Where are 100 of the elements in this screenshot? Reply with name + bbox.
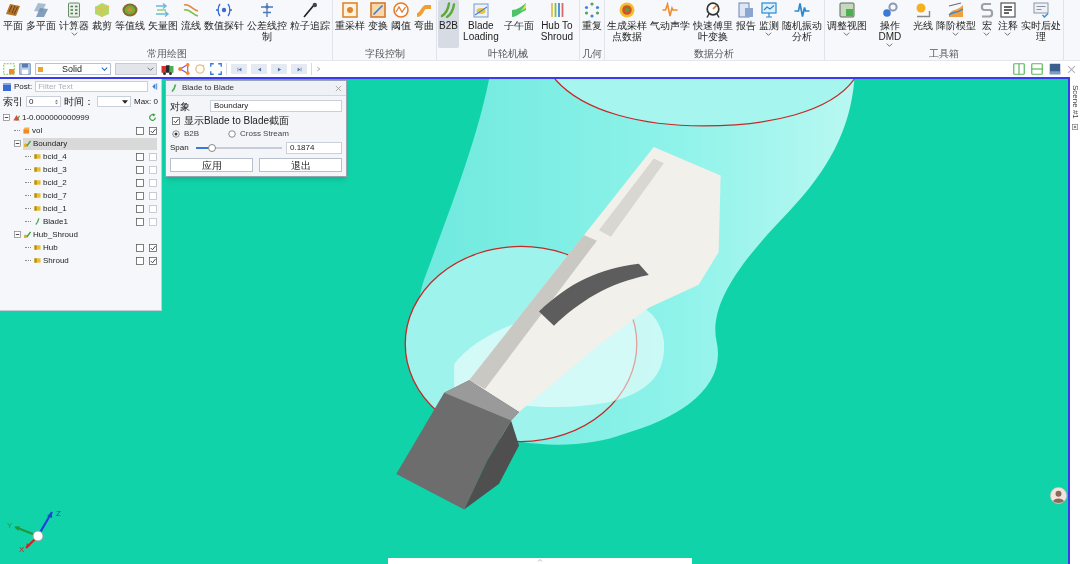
fullscreen-icon[interactable] [210, 63, 222, 75]
surface-icon [34, 205, 41, 212]
checkbox[interactable] [172, 116, 180, 125]
checkbox[interactable] [149, 256, 157, 265]
tree-item[interactable]: bcid_4 [33, 150, 134, 163]
split-vertical-icon[interactable] [1013, 63, 1025, 75]
checkbox[interactable] [149, 165, 157, 174]
index-spinbox[interactable]: 0 [26, 96, 62, 107]
ribbon-button[interactable]: 调整视图 [825, 0, 868, 48]
slider-thumb[interactable] [208, 144, 217, 152]
scene-tab[interactable]: Scene #1 [1070, 85, 1080, 119]
tree-item[interactable]: Hub [33, 241, 134, 254]
ribbon-button[interactable]: 数值探针 [203, 0, 245, 48]
ribbon-button[interactable]: 子午面 [502, 0, 535, 48]
checkbox[interactable] [149, 178, 157, 187]
checkbox[interactable] [149, 243, 157, 252]
ribbon-button[interactable]: B2B [438, 0, 459, 48]
ribbon-button[interactable]: 变换 [367, 0, 389, 48]
dialog-button[interactable]: 应用 [170, 158, 253, 172]
ribbon-button[interactable]: Hub To Shroud [535, 0, 578, 48]
tree-item[interactable]: Shroud [33, 254, 134, 267]
ribbon-button[interactable]: 注释 [996, 0, 1019, 48]
ribbon-button[interactable]: 矢量图 [147, 0, 179, 48]
checkbox[interactable] [136, 126, 144, 135]
checkbox[interactable] [136, 165, 144, 174]
checkbox[interactable] [149, 191, 157, 200]
ribbon-button[interactable]: 阈值 [390, 0, 412, 48]
ribbon-button[interactable]: 多平面 [25, 0, 57, 48]
previous-frame-button[interactable] [251, 64, 267, 74]
checkbox[interactable] [136, 152, 144, 161]
ribbon-button[interactable]: 平面 [2, 0, 24, 48]
ribbon-button[interactable]: 随机振动分析 [780, 0, 823, 48]
tree-item[interactable]: Blade1 [33, 215, 134, 228]
ribbon-button[interactable]: 裁剪 [91, 0, 113, 48]
ribbon-button[interactable]: 弯曲 [413, 0, 435, 48]
radio-button[interactable] [172, 130, 180, 138]
checkbox[interactable] [149, 204, 157, 213]
ribbon-button[interactable]: 粒子追踪 [289, 0, 331, 48]
tree-item[interactable]: bcid_7 [33, 189, 134, 202]
colormap-icon[interactable] [161, 63, 174, 75]
ribbon-button[interactable]: 实时后处理 [1019, 0, 1062, 48]
object-field[interactable]: Boundary [210, 100, 342, 112]
ribbon-button[interactable]: 宏 [977, 0, 996, 48]
checkbox[interactable] [136, 256, 144, 265]
checkbox[interactable] [149, 126, 157, 135]
collapse-icon[interactable] [14, 140, 21, 147]
tree-item[interactable]: bcid_1 [33, 202, 134, 215]
checkbox[interactable] [149, 152, 157, 161]
ribbon-button[interactable]: 等值线 [114, 0, 146, 48]
checkbox[interactable] [136, 204, 144, 213]
tree-item[interactable]: Boundary [23, 137, 157, 150]
time-dropdown[interactable] [97, 96, 131, 107]
split-horizontal-icon[interactable] [1031, 63, 1043, 75]
single-view-icon[interactable] [1049, 63, 1061, 75]
next-frame-button[interactable] [271, 64, 287, 74]
ribbon-button[interactable]: 计算器 [58, 0, 90, 48]
dialog-button[interactable]: 退出 [259, 158, 342, 172]
surface-icon [34, 179, 41, 186]
ribbon-button[interactable]: 公差线控制 [246, 0, 288, 48]
tree-item[interactable]: vol [22, 124, 134, 137]
checkbox[interactable] [136, 178, 144, 187]
checkbox[interactable] [136, 191, 144, 200]
radio-button[interactable] [228, 130, 236, 138]
collapse-icon[interactable] [14, 231, 21, 238]
checkbox[interactable] [136, 243, 144, 252]
first-frame-button[interactable] [231, 64, 247, 74]
ribbon-button[interactable]: 报告 [734, 0, 757, 48]
tree-item[interactable]: bcid_2 [33, 176, 134, 189]
pin-icon[interactable] [151, 82, 158, 91]
ribbon-button[interactable]: 快速傅里叶变换 [691, 0, 734, 48]
tree-item[interactable]: bcid_3 [33, 163, 134, 176]
span-value-field[interactable]: 0.1874 [286, 142, 342, 154]
ribbon-button[interactable]: 重采样 [334, 0, 366, 48]
refresh-icon[interactable] [148, 113, 157, 122]
ribbon-button[interactable]: Blade Loading [459, 0, 502, 48]
ribbon-button[interactable]: 监测 [757, 0, 780, 48]
new-view-icon[interactable] [3, 63, 15, 75]
panel-toggle-handle[interactable] [388, 558, 692, 564]
span-slider[interactable] [196, 144, 282, 152]
ribbon-button[interactable]: 气动声学 [648, 0, 691, 48]
filter-field[interactable]: Filter Text [35, 81, 148, 92]
tree-item[interactable]: 1-0.000000000999 [12, 111, 146, 124]
ribbon-button[interactable]: 重复 [580, 0, 603, 48]
viewport-canvas[interactable] [0, 77, 1070, 564]
ribbon-button[interactable]: 光线 [911, 0, 934, 48]
ribbon-button[interactable]: 生成采样点数据 [605, 0, 648, 48]
ribbon-button[interactable]: 流线 [180, 0, 202, 48]
last-frame-button[interactable] [291, 64, 307, 74]
tree-item[interactable]: Hub_Shroud [23, 228, 157, 241]
avatar-icon[interactable] [1050, 487, 1067, 504]
checkbox[interactable] [136, 217, 144, 226]
ribbon-button[interactable]: 操作DMD [868, 0, 911, 48]
share-nodes-icon[interactable] [178, 63, 190, 75]
save-icon[interactable] [19, 63, 31, 75]
tab-pin-icon[interactable] [1072, 123, 1078, 130]
collapse-icon[interactable] [3, 114, 10, 121]
ribbon-button[interactable]: 降阶模型 [934, 0, 977, 48]
surface-icon [34, 257, 41, 264]
checkbox[interactable] [149, 217, 157, 226]
style-dropdown[interactable]: Solid [35, 63, 111, 75]
